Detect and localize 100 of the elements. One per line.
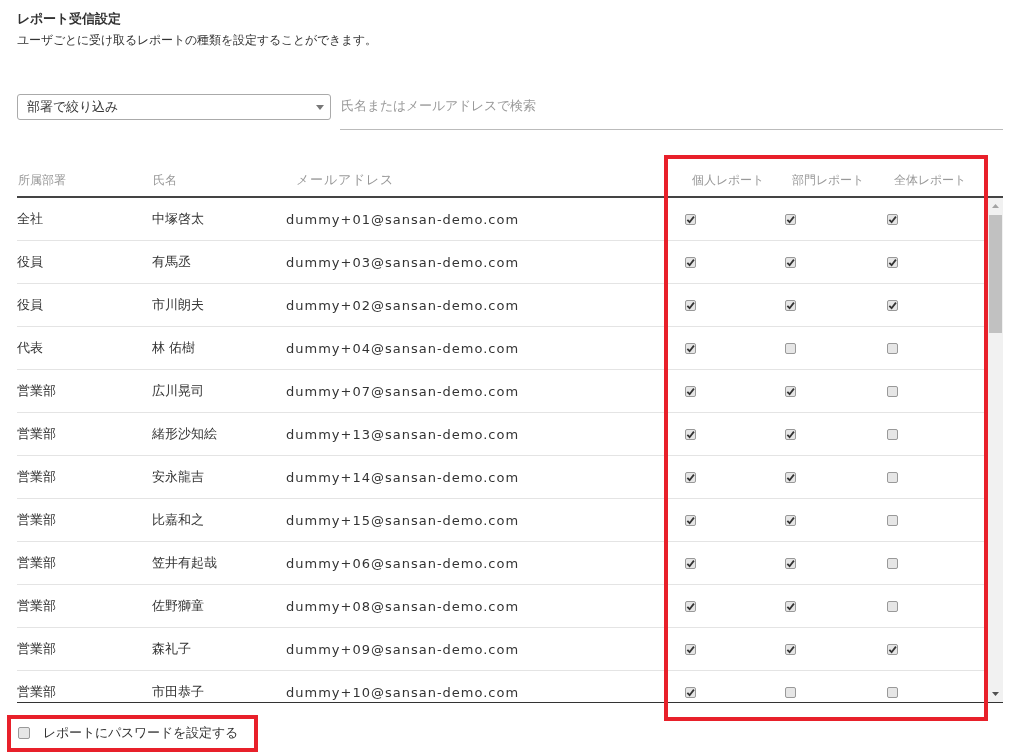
department-cell-text: 全社 — [17, 210, 44, 228]
search-field[interactable]: 氏名またはメールアドレスで検索 — [340, 94, 1003, 130]
column-header: 全体レポート — [893, 171, 967, 189]
checkmark-icon — [786, 644, 795, 654]
checkmark-icon — [786, 558, 795, 568]
checkmark-icon — [786, 601, 795, 611]
checkbox[interactable] — [785, 299, 796, 311]
name-cell-text: 中塚啓太 — [152, 210, 205, 228]
name-cell-text: 笠井有起哉 — [152, 554, 218, 572]
checkmark-icon — [686, 515, 695, 525]
checkbox[interactable] — [785, 686, 796, 698]
checkmark-icon — [686, 343, 695, 353]
checkbox[interactable] — [785, 471, 796, 483]
department-cell-text: 営業部 — [17, 640, 57, 658]
column-header: 個人レポート — [691, 171, 765, 189]
checkmark-icon — [686, 472, 695, 482]
department-cell-text: 営業部 — [17, 511, 57, 529]
checkmark-icon — [786, 472, 795, 482]
email-cell-text: dummy+15@sansan-demo.com — [286, 512, 521, 528]
checkmark-icon — [786, 386, 795, 396]
checkmark-icon — [686, 687, 695, 697]
checkmark-icon — [888, 257, 897, 267]
email-cell-text: dummy+08@sansan-demo.com — [286, 598, 521, 614]
checkbox[interactable] — [887, 428, 898, 440]
checkbox[interactable] — [887, 600, 898, 612]
checkbox[interactable] — [887, 299, 898, 311]
name-cell-text: 市田恭子 — [152, 683, 205, 701]
department-cell-text: 営業部 — [17, 468, 57, 486]
name-cell-text: 有馬丞 — [152, 253, 192, 271]
checkbox[interactable] — [785, 213, 796, 225]
checkbox[interactable] — [685, 686, 696, 698]
checkbox[interactable] — [685, 643, 696, 655]
checkbox[interactable] — [685, 299, 696, 311]
name-cell-text: 緒形沙知絵 — [152, 425, 218, 443]
checkbox[interactable] — [785, 557, 796, 569]
checkbox[interactable] — [685, 514, 696, 526]
checkbox[interactable] — [685, 213, 696, 225]
department-cell-text: 営業部 — [17, 554, 57, 572]
email-cell-text: dummy+10@sansan-demo.com — [286, 684, 521, 700]
checkmark-icon — [686, 644, 695, 654]
checkbox[interactable] — [785, 643, 796, 655]
checkbox[interactable] — [785, 385, 796, 397]
email-cell-text: dummy+13@sansan-demo.com — [286, 426, 521, 442]
name-cell-text: 比嘉和之 — [152, 511, 205, 529]
checkmark-icon — [686, 558, 695, 568]
checkbox[interactable] — [785, 256, 796, 268]
column-header: メールアドレス — [295, 171, 395, 189]
caret-icon — [316, 104, 324, 110]
checkbox[interactable] — [887, 256, 898, 268]
checkmark-icon — [686, 214, 695, 224]
column-header: 部門レポート — [791, 171, 865, 189]
checkbox[interactable] — [887, 385, 898, 397]
page-title: レポート受信設定 — [17, 10, 122, 28]
department-cell-text: 営業部 — [17, 382, 57, 400]
checkmark-icon — [786, 257, 795, 267]
name-cell-text: 市川朗夫 — [152, 296, 205, 314]
checkbox[interactable] — [18, 727, 30, 739]
checkbox[interactable] — [887, 342, 898, 354]
checkmark-icon — [786, 515, 795, 525]
password-option-label: レポートにパスワードを設定する — [43, 724, 238, 742]
column-header: 氏名 — [152, 171, 178, 189]
page-description: ユーザごとに受け取るレポートの種類を設定することができます。 — [17, 32, 378, 48]
email-cell-text: dummy+01@sansan-demo.com — [286, 211, 521, 227]
checkbox[interactable] — [887, 643, 898, 655]
department-dropdown[interactable]: 部署で絞り込み — [17, 94, 331, 120]
checkbox[interactable] — [887, 514, 898, 526]
checkbox[interactable] — [887, 686, 898, 698]
checkbox[interactable] — [785, 342, 796, 354]
email-cell-text: dummy+03@sansan-demo.com — [286, 254, 521, 270]
checkbox[interactable] — [685, 342, 696, 354]
checkbox[interactable] — [685, 600, 696, 612]
department-cell-text: 営業部 — [17, 683, 57, 701]
email-cell-text: dummy+07@sansan-demo.com — [286, 383, 521, 399]
checkbox[interactable] — [685, 557, 696, 569]
checkmark-icon — [786, 300, 795, 310]
checkmark-icon — [686, 601, 695, 611]
checkmark-icon — [686, 300, 695, 310]
email-cell-text: dummy+02@sansan-demo.com — [286, 297, 521, 313]
checkbox[interactable] — [785, 428, 796, 440]
column-header: 所属部署 — [17, 171, 67, 189]
checkbox[interactable] — [685, 471, 696, 483]
checkmark-icon — [686, 429, 695, 439]
checkbox[interactable] — [887, 557, 898, 569]
checkbox[interactable] — [685, 428, 696, 440]
department-cell-text: 営業部 — [17, 425, 57, 443]
name-cell-text: 広川晃司 — [152, 382, 205, 400]
department-cell-text: 役員 — [17, 253, 44, 271]
name-cell-text: 佐野獅童 — [152, 597, 205, 615]
checkbox[interactable] — [685, 385, 696, 397]
name-cell-text: 林 佑樹 — [152, 339, 197, 357]
name-cell-text: 森礼子 — [152, 640, 192, 658]
name-cell-text: 安永龍吉 — [152, 468, 205, 486]
checkbox[interactable] — [785, 600, 796, 612]
checkmark-icon — [786, 429, 795, 439]
department-cell-text: 役員 — [17, 296, 44, 314]
checkbox[interactable] — [785, 514, 796, 526]
checkbox[interactable] — [685, 256, 696, 268]
checkmark-icon — [888, 214, 897, 224]
checkbox[interactable] — [887, 213, 898, 225]
checkbox[interactable] — [887, 471, 898, 483]
